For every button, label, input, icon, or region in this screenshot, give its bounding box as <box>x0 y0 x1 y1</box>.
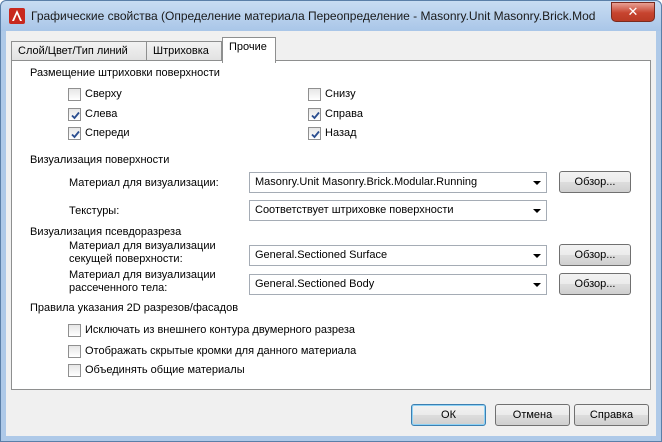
render-material-value: Masonry.Unit Masonry.Brick.Modular.Runni… <box>255 176 478 188</box>
ok-button[interactable]: ОК <box>411 404 486 426</box>
sectioned-body-material-select[interactable]: General.Sectioned Body <box>249 274 547 295</box>
window-title: Графические свойства (Определение матери… <box>31 9 596 23</box>
dialog-window: Графические свойства (Определение матери… <box>0 0 662 442</box>
checkbox-top-label: Сверху <box>85 88 122 100</box>
checkbox-right-label: Справа <box>325 108 363 120</box>
browse-sectioned-body-button[interactable]: Обзор... <box>559 273 631 295</box>
checkbox-back-label: Назад <box>325 127 357 139</box>
surface-render-title: Визуализация поверхности <box>30 154 170 166</box>
dialog-client: Слой/Цвет/Тип линий Штриховка Прочие Раз… <box>6 31 656 436</box>
render-material-select[interactable]: Masonry.Unit Masonry.Brick.Modular.Runni… <box>249 172 547 193</box>
checkbox-merge-common-materials[interactable]: Объединять общие материалы <box>68 364 245 378</box>
checkbox-box[interactable] <box>68 324 81 337</box>
checkbox-left-label: Слева <box>85 108 118 120</box>
tab-hatching[interactable]: Штриховка <box>146 41 222 62</box>
browse-render-material-button[interactable]: Обзор... <box>559 171 631 193</box>
checkbox-front[interactable]: Спереди <box>68 127 130 141</box>
textures-label: Текстуры: <box>69 205 120 217</box>
tab-layer-color-linetype[interactable]: Слой/Цвет/Тип линий <box>11 41 147 62</box>
cut-surface-label-line2: секущей поверхности: <box>69 253 183 265</box>
checkbox-box[interactable] <box>68 127 81 140</box>
checkbox-bottom-label: Снизу <box>325 88 356 100</box>
close-button[interactable]: ✕ <box>611 2 655 22</box>
separator <box>234 160 634 161</box>
body-label-line2: рассеченного тела: <box>69 282 168 294</box>
checkbox-bottom[interactable]: Снизу <box>308 88 356 102</box>
separator <box>234 73 634 74</box>
chevron-down-icon[interactable] <box>533 209 541 213</box>
textures-select[interactable]: Соответствует штриховке поверхности <box>249 200 547 221</box>
checkbox-show-hidden-edges[interactable]: Отображать скрытые кромки для данного ма… <box>68 345 356 359</box>
checkbox-box[interactable] <box>308 108 321 121</box>
checkbox-back[interactable]: Назад <box>308 127 357 141</box>
checkbox-left[interactable]: Слева <box>68 108 117 122</box>
merge-common-materials-label: Объединять общие материалы <box>85 364 245 376</box>
tab-other[interactable]: Прочие <box>222 37 276 63</box>
chevron-down-icon[interactable] <box>533 283 541 287</box>
tab-panel-other: Размещение штриховки поверхности Сверху … <box>11 60 651 390</box>
chevron-down-icon[interactable] <box>533 181 541 185</box>
chevron-down-icon[interactable] <box>533 254 541 258</box>
textures-value: Соответствует штриховке поверхности <box>255 204 454 216</box>
checkbox-box[interactable] <box>68 88 81 101</box>
browse-cut-surface-button[interactable]: Обзор... <box>559 244 631 266</box>
body-label-line1: Материал для визуализации <box>69 269 216 281</box>
rules-title: Правила указания 2D разрезов/фасадов <box>30 302 239 314</box>
checkbox-right[interactable]: Справа <box>308 108 363 122</box>
exclude-2d-outline-label: Исключать из внешнего контура двумерного… <box>85 324 356 336</box>
cancel-button[interactable]: Отмена <box>495 404 570 426</box>
section-render-title: Визуализация псевдоразреза <box>30 226 182 238</box>
autocad-logo-icon <box>9 8 25 24</box>
cut-surface-label-line1: Материал для визуализации <box>69 240 216 252</box>
checkbox-top[interactable]: Сверху <box>68 88 122 102</box>
separator <box>264 308 634 309</box>
sectioned-body-material-value: General.Sectioned Body <box>255 278 375 290</box>
separator <box>234 232 634 233</box>
checkbox-box[interactable] <box>308 127 321 140</box>
checkbox-box[interactable] <box>68 108 81 121</box>
checkbox-box[interactable] <box>308 88 321 101</box>
show-hidden-edges-label: Отображать скрытые кромки для данного ма… <box>85 345 357 357</box>
checkbox-front-label: Спереди <box>85 127 130 139</box>
cut-surface-material-value: General.Sectioned Surface <box>255 249 388 261</box>
checkbox-box[interactable] <box>68 345 81 358</box>
checkbox-box[interactable] <box>68 364 81 377</box>
title-bar[interactable]: Графические свойства (Определение матери… <box>1 1 661 31</box>
surface-hatch-title: Размещение штриховки поверхности <box>30 67 220 79</box>
checkbox-exclude-2d-outline[interactable]: Исключать из внешнего контура двумерного… <box>68 324 355 338</box>
cut-surface-material-select[interactable]: General.Sectioned Surface <box>249 245 547 266</box>
render-material-label: Материал для визуализации: <box>69 177 219 189</box>
help-button[interactable]: Справка <box>574 404 649 426</box>
